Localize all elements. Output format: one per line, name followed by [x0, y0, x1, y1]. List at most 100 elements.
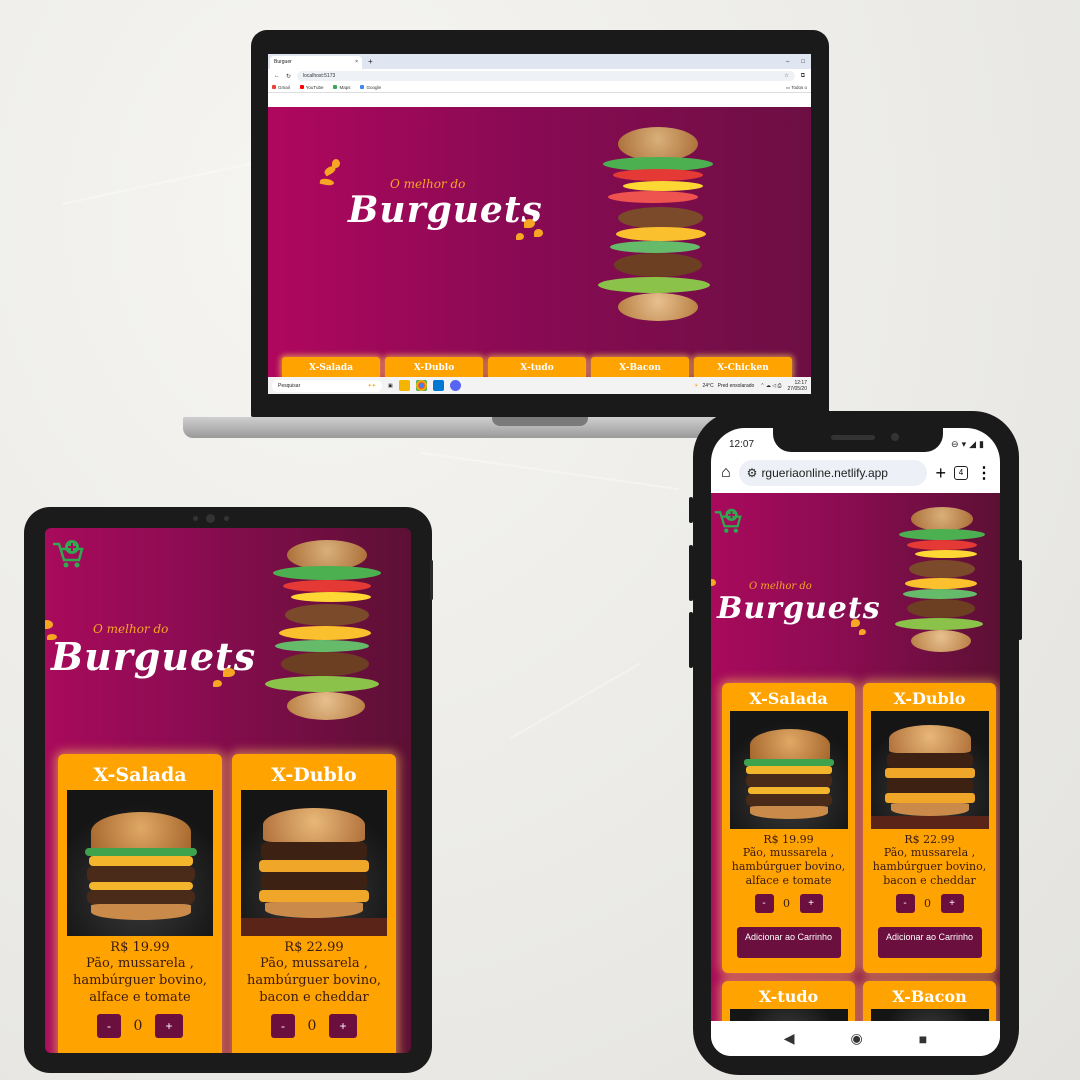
bookmark-gmail[interactable]: Gmail — [272, 85, 290, 90]
more-menu-icon[interactable]: ⋮ — [976, 463, 992, 483]
category-x-chicken[interactable]: X-Chicken — [694, 357, 792, 377]
product-description: Pão, mussarela , hambúrguer bovino, alfa… — [731, 846, 846, 887]
vscode-icon[interactable] — [432, 380, 444, 391]
paper-crease — [421, 451, 679, 491]
bookmark-google[interactable]: Google — [360, 85, 381, 90]
burger-illustration — [598, 127, 718, 332]
reload-icon[interactable]: ↻ — [286, 73, 291, 80]
product-image — [729, 711, 848, 829]
phone-side-button — [1018, 560, 1022, 640]
product-card: X-Salada R$ 19.99 Pão, mussarela , hambú… — [58, 754, 222, 1053]
browser-tab-title: Burguer — [274, 59, 292, 65]
task-view-icon[interactable]: ▣ — [388, 383, 393, 389]
quantity-stepper: - 0 + — [863, 894, 996, 913]
battery-icon: ▮ — [979, 438, 984, 449]
mobile-page: O melhor do Burguets X-Salada R$ 19.99 P… — [711, 493, 1000, 1021]
increase-quantity-button[interactable]: + — [940, 894, 964, 913]
product-price: R$ 22.99 — [904, 833, 955, 846]
decrease-quantity-button[interactable]: - — [271, 1014, 295, 1038]
bookmark-star-icon[interactable]: ☆ — [784, 73, 788, 79]
add-to-cart-icon[interactable] — [51, 538, 85, 570]
product-description: Pão, mussarela , hambúrguer bovino, baco… — [872, 846, 987, 887]
browser-tab-bar: Burguer × + – □ — [268, 54, 811, 69]
taskbar-search[interactable]: Pesquisar ✦✦ — [272, 379, 382, 392]
tablet-side-button — [430, 560, 433, 600]
new-tab-button[interactable]: + — [935, 463, 946, 484]
bookmark-maps[interactable]: Maps — [333, 85, 350, 90]
increase-quantity-button[interactable]: + — [329, 1014, 357, 1038]
decrease-quantity-button[interactable]: - — [754, 894, 774, 913]
quantity-value: 0 — [133, 1018, 143, 1034]
home-icon[interactable]: ⌂ — [721, 464, 731, 482]
decrease-quantity-button[interactable]: - — [895, 894, 915, 913]
tab-switcher-button[interactable]: 4 — [954, 466, 968, 480]
product-price: R$ 22.99 — [284, 940, 344, 955]
category-x-bacon[interactable]: X-Bacon — [591, 357, 689, 377]
all-bookmarks-folder[interactable]: ▭ Todos o — [786, 85, 807, 91]
browser-tab[interactable]: Burguer × — [270, 56, 362, 69]
paper-crease — [62, 157, 278, 205]
product-card: X-tudo — [722, 981, 855, 1021]
add-to-cart-icon[interactable] — [713, 507, 743, 535]
url-text: localhost:5173 — [303, 73, 336, 79]
site-settings-icon[interactable]: ⚙ — [747, 466, 758, 480]
tablet-camera — [206, 514, 215, 523]
phone-side-button — [689, 545, 693, 601]
weather-widget[interactable]: ☀ 24°C Pred ensolarado — [694, 383, 754, 389]
category-x-tudo[interactable]: X-tudo — [488, 357, 586, 377]
app-icon[interactable] — [449, 380, 461, 391]
product-name: X-Salada — [93, 764, 187, 786]
home-button-icon[interactable]: ◉ — [851, 1030, 863, 1047]
add-to-cart-button[interactable]: Adicionar ao Carrinho — [877, 927, 982, 958]
tablet-sensor — [193, 516, 198, 521]
product-price: R$ 19.99 — [763, 833, 814, 846]
laptop-screen: Burguer × + – □ ← ↻ localhost:5173 ☆ ⧉ G… — [268, 54, 811, 394]
system-tray-icons[interactable]: ⌃ ☁ ◁ ⎙ — [760, 383, 781, 389]
quantity-value: 0 — [307, 1018, 317, 1034]
product-name: X-Dublo — [893, 689, 966, 708]
increase-quantity-button[interactable]: + — [155, 1014, 183, 1038]
back-icon[interactable]: ← — [274, 73, 280, 79]
site-hero: O melhor do Burguets X-Salada X-Dublo X-… — [268, 107, 811, 377]
logo-name: Burguets — [348, 189, 543, 231]
paper-crease — [509, 662, 641, 740]
close-icon[interactable]: × — [355, 59, 358, 66]
phone-side-button — [689, 497, 693, 523]
burger-illustration — [895, 507, 987, 659]
quantity-stepper: - 0 + — [232, 1014, 396, 1038]
quantity-stepper: - 0 + — [58, 1014, 222, 1038]
bookmarks-bar: Gmail YouTube Maps Google ▭ Todos o — [268, 83, 811, 93]
recent-apps-icon[interactable]: ■ — [919, 1031, 927, 1047]
product-name: X-Dublo — [271, 764, 357, 786]
back-icon[interactable]: ◀ — [784, 1030, 795, 1047]
url-field[interactable]: localhost:5173 ☆ — [297, 71, 795, 81]
extensions-icon[interactable]: ⧉ — [801, 73, 805, 80]
taskbar-clock[interactable]: 12:17 27/05/20 — [788, 380, 807, 392]
address-toolbar: ← ↻ localhost:5173 ☆ ⧉ — [268, 69, 811, 83]
decrease-quantity-button[interactable]: - — [97, 1014, 121, 1038]
category-x-dublo[interactable]: X-Dublo — [385, 357, 483, 377]
increase-quantity-button[interactable]: + — [799, 894, 823, 913]
product-image — [870, 711, 989, 829]
add-to-cart-button[interactable]: Adicionar ao Carrinho — [736, 927, 841, 958]
category-x-salada[interactable]: X-Salada — [282, 357, 380, 377]
bookmark-youtube[interactable]: YouTube — [299, 85, 323, 90]
laptop-notch — [492, 417, 588, 426]
quantity-value: 0 — [783, 897, 790, 910]
chrome-icon[interactable] — [415, 380, 427, 391]
sun-icon: ☀ — [693, 382, 699, 389]
file-explorer-icon[interactable] — [398, 380, 410, 391]
window-controls: – □ — [786, 59, 811, 65]
maximize-icon[interactable]: □ — [801, 59, 805, 65]
product-image — [729, 1009, 848, 1021]
android-nav-bar: ◀ ◉ ■ — [711, 1021, 1000, 1056]
mobile-browser-toolbar: ⌂ ⚙ rgueriaonline.netlify.app + 4 ⋮ — [711, 454, 1000, 492]
mobile-url-field[interactable]: ⚙ rgueriaonline.netlify.app — [738, 460, 928, 486]
product-image — [67, 790, 213, 936]
product-card: X-Dublo R$ 22.99 Pão, mussarela , hambúr… — [232, 754, 396, 1053]
new-tab-button[interactable]: + — [368, 57, 373, 66]
windows-taskbar: Pesquisar ✦✦ ▣ ☀ 24°C Pred ensolarado ⌃ … — [268, 377, 811, 394]
wifi-icon: ▾ — [961, 438, 967, 449]
minimize-icon[interactable]: – — [786, 59, 789, 65]
phone-time: 12:07 — [729, 438, 755, 450]
